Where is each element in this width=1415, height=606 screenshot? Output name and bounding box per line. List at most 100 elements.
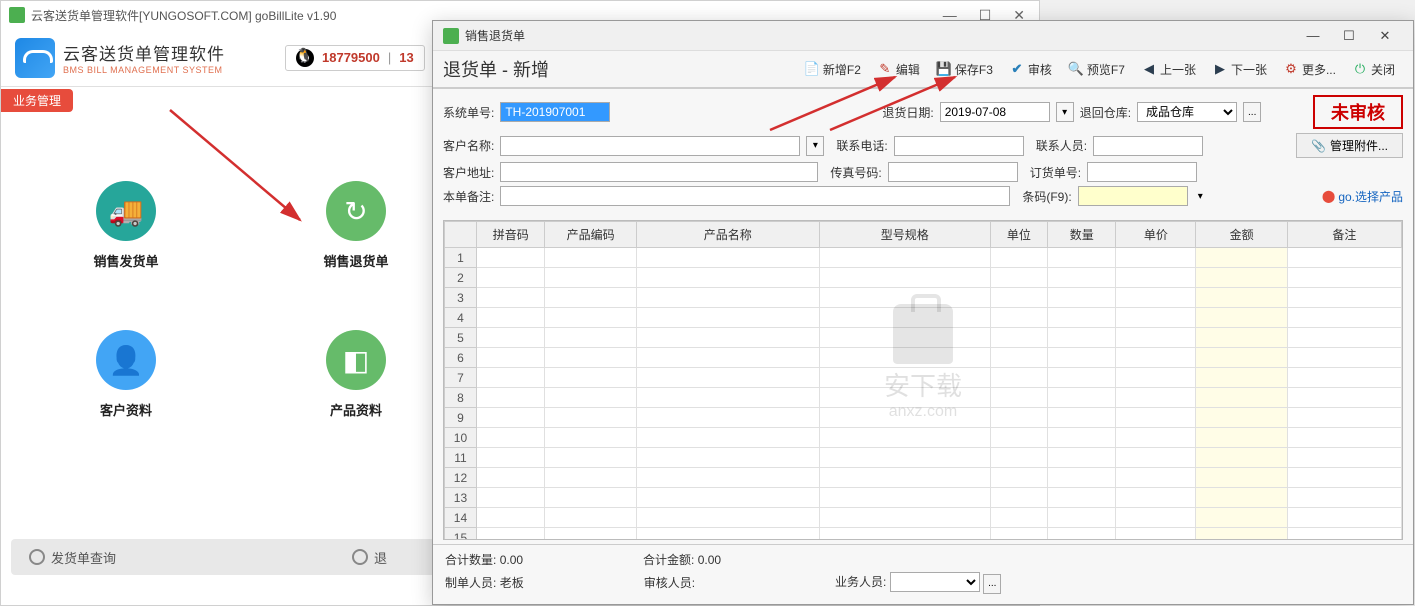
column-header[interactable]: 产品名称 xyxy=(636,222,819,248)
cell[interactable] xyxy=(819,348,990,368)
cell[interactable] xyxy=(1196,308,1287,328)
new-button[interactable]: 📄新增F2 xyxy=(796,57,869,82)
dialog-maximize[interactable]: ☐ xyxy=(1331,24,1367,48)
cell[interactable] xyxy=(476,448,545,468)
cell[interactable] xyxy=(990,248,1047,268)
cell[interactable] xyxy=(636,248,819,268)
cell[interactable] xyxy=(819,468,990,488)
cell[interactable] xyxy=(1116,308,1196,328)
cell[interactable] xyxy=(990,468,1047,488)
cell[interactable] xyxy=(1047,408,1116,428)
table-row[interactable]: 8 xyxy=(445,388,1402,408)
attachments-button[interactable]: 📎管理附件... xyxy=(1296,133,1403,158)
cell[interactable] xyxy=(636,468,819,488)
cell[interactable] xyxy=(1287,488,1401,508)
cell[interactable] xyxy=(636,348,819,368)
wh-lookup-button[interactable]: ... xyxy=(1243,102,1261,122)
cell[interactable] xyxy=(1196,248,1287,268)
cell[interactable] xyxy=(1047,488,1116,508)
cell[interactable] xyxy=(819,248,990,268)
cell[interactable] xyxy=(1196,508,1287,528)
cell[interactable] xyxy=(819,368,990,388)
column-header[interactable]: 单位 xyxy=(990,222,1047,248)
cell[interactable] xyxy=(1287,508,1401,528)
cell[interactable] xyxy=(545,528,636,541)
cell[interactable] xyxy=(545,468,636,488)
cell[interactable] xyxy=(545,428,636,448)
cell[interactable] xyxy=(819,448,990,468)
nav-return[interactable]: ↻ 销售退货单 xyxy=(291,181,421,270)
cell[interactable] xyxy=(990,528,1047,541)
cell[interactable] xyxy=(1116,288,1196,308)
sysno-field[interactable] xyxy=(500,102,610,122)
cell[interactable] xyxy=(1287,428,1401,448)
cell[interactable] xyxy=(819,388,990,408)
cell[interactable] xyxy=(1047,288,1116,308)
cell[interactable] xyxy=(1196,288,1287,308)
cell[interactable] xyxy=(636,308,819,328)
cell[interactable] xyxy=(990,388,1047,408)
cell[interactable] xyxy=(636,528,819,541)
cell[interactable] xyxy=(476,528,545,541)
cell[interactable] xyxy=(1116,248,1196,268)
cell[interactable] xyxy=(1047,348,1116,368)
cell[interactable] xyxy=(1116,268,1196,288)
cell[interactable] xyxy=(1047,328,1116,348)
cell[interactable] xyxy=(1116,428,1196,448)
cell[interactable] xyxy=(1196,428,1287,448)
cell[interactable] xyxy=(1116,408,1196,428)
cell[interactable] xyxy=(990,408,1047,428)
cell[interactable] xyxy=(476,348,545,368)
table-row[interactable]: 5 xyxy=(445,328,1402,348)
prev-button[interactable]: ◀上一张 xyxy=(1133,57,1204,82)
cell[interactable] xyxy=(1287,468,1401,488)
cell[interactable] xyxy=(545,368,636,388)
cell[interactable] xyxy=(636,288,819,308)
cell[interactable] xyxy=(1196,408,1287,428)
cell[interactable] xyxy=(819,488,990,508)
cell[interactable] xyxy=(545,388,636,408)
cell[interactable] xyxy=(990,328,1047,348)
column-header[interactable]: 型号规格 xyxy=(819,222,990,248)
cell[interactable] xyxy=(476,368,545,388)
cell[interactable] xyxy=(476,468,545,488)
cell[interactable] xyxy=(819,328,990,348)
cell[interactable] xyxy=(1047,468,1116,488)
table-row[interactable]: 2 xyxy=(445,268,1402,288)
cell[interactable] xyxy=(636,388,819,408)
save-button[interactable]: 💾保存F3 xyxy=(928,57,1001,82)
cell[interactable] xyxy=(1047,268,1116,288)
cell[interactable] xyxy=(476,388,545,408)
barcode-field[interactable] xyxy=(1078,186,1188,206)
cell[interactable] xyxy=(1116,328,1196,348)
cell[interactable] xyxy=(1047,448,1116,468)
select-product-link[interactable]: ⬤go.选择产品 xyxy=(1322,188,1403,205)
cell[interactable] xyxy=(636,448,819,468)
table-row[interactable]: 12 xyxy=(445,468,1402,488)
phone-field[interactable] xyxy=(894,136,1024,156)
cell[interactable] xyxy=(819,428,990,448)
column-header[interactable]: 备注 xyxy=(1287,222,1401,248)
side-tab-business[interactable]: 业务管理 xyxy=(1,89,73,112)
cell[interactable] xyxy=(1047,368,1116,388)
nav-customer[interactable]: 👤 客户资料 xyxy=(61,330,191,419)
cell[interactable] xyxy=(1116,528,1196,541)
column-header[interactable]: 产品编码 xyxy=(545,222,636,248)
next-button[interactable]: ▶下一张 xyxy=(1204,57,1275,82)
cell[interactable] xyxy=(545,328,636,348)
cell[interactable] xyxy=(1116,508,1196,528)
cell[interactable] xyxy=(476,268,545,288)
close-button-toolbar[interactable]: ⏻关闭 xyxy=(1344,57,1403,82)
cell[interactable] xyxy=(636,488,819,508)
cell[interactable] xyxy=(545,308,636,328)
table-row[interactable]: 14 xyxy=(445,508,1402,528)
cell[interactable] xyxy=(1287,348,1401,368)
cell[interactable] xyxy=(1196,528,1287,541)
bottom-query[interactable]: 发货单查询 xyxy=(11,548,134,567)
preview-button[interactable]: 🔍预览F7 xyxy=(1060,57,1133,82)
customer-dropdown-icon[interactable]: ▾ xyxy=(806,136,824,156)
cell[interactable] xyxy=(1196,348,1287,368)
cell[interactable] xyxy=(990,508,1047,528)
cell[interactable] xyxy=(1116,348,1196,368)
cell[interactable] xyxy=(476,248,545,268)
